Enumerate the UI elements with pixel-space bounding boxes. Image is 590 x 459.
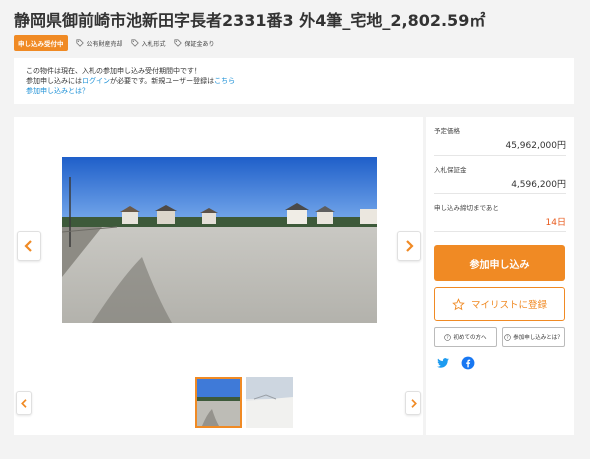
notice-line: この物件は現在、入札の参加申し込み受付期間中です！ <box>26 67 201 75</box>
thumbnail-image <box>246 377 293 428</box>
star-icon <box>452 297 465 310</box>
facebook-icon[interactable] <box>461 356 475 370</box>
apply-button[interactable]: 参加申し込み <box>434 245 565 281</box>
tag-label: 保証金あり <box>184 40 215 48</box>
tag-item: 保証金あり <box>173 39 215 48</box>
about-apply-label: 参加申し込みとは？ <box>513 335 563 341</box>
tag-label: 入札形式 <box>141 40 166 48</box>
twitter-icon[interactable] <box>436 356 450 370</box>
deadline-row: 申し込み締切まであと 14日 <box>434 194 566 232</box>
chevron-right-icon <box>406 240 414 252</box>
add-to-mylist-button[interactable]: マイリストに登録 <box>434 287 565 321</box>
notice-box: この物件は現在、入札の参加申し込み受付期間中です！ 参加申し込みにはログインが必… <box>14 58 574 104</box>
deposit-row: 入札保証金 4,596,200円 <box>434 156 566 194</box>
tag-icon <box>173 39 182 47</box>
help-link[interactable]: 参加申し込みとは？ <box>26 87 89 95</box>
favorite-label: マイリストに登録 <box>470 300 547 311</box>
prev-thumb-button[interactable] <box>16 391 32 415</box>
chevron-right-icon <box>410 398 417 408</box>
tag-icon <box>130 39 139 47</box>
next-photo-button[interactable] <box>397 231 421 261</box>
tag-item: 入札形式 <box>130 39 166 48</box>
land-photo-image <box>62 157 377 323</box>
thumbnail-image <box>197 379 240 426</box>
price-row: 予定価格 45,962,000円 <box>434 117 566 156</box>
deadline-value: 14日 <box>545 218 566 228</box>
first-time-guide-button[interactable]: ? 初めての方へ <box>434 327 497 347</box>
svg-text:?: ? <box>507 335 509 340</box>
tag-item: 公有財産売却 <box>75 39 123 48</box>
status-badge: 申し込み受付中 <box>14 35 68 51</box>
property-sidebar: 予定価格 45,962,000円 入札保証金 4,596,200円 申し込み締切… <box>426 117 574 435</box>
tag-bar: 申し込み受付中 公有財産売却 入札形式 保証金あり <box>14 35 215 51</box>
about-apply-button[interactable]: ? 参加申し込みとは？ <box>502 327 565 347</box>
chevron-left-icon <box>24 240 32 252</box>
first-time-label: 初めての方へ <box>453 335 487 341</box>
svg-text:?: ? <box>447 335 449 340</box>
deadline-label: 申し込み締切まであと <box>434 204 499 212</box>
tag-label: 公有財産売却 <box>86 40 123 48</box>
login-link[interactable]: ログイン <box>82 77 110 85</box>
prev-photo-button[interactable] <box>17 231 41 261</box>
tag-icon <box>75 39 84 47</box>
notice-line: 参加申し込みにはログインが必要です。新規ユーザー登録はこちら <box>26 76 562 86</box>
property-photo[interactable] <box>62 157 377 323</box>
thumbnail-1[interactable] <box>195 377 242 428</box>
register-link[interactable]: こちら <box>214 77 235 85</box>
help-circle-icon: ? <box>444 333 452 341</box>
chevron-left-icon <box>20 398 27 408</box>
photo-gallery <box>14 117 423 435</box>
notice-text: が必要です。新規ユーザー登録は <box>110 77 215 85</box>
deposit-value: 4,596,200円 <box>511 180 566 190</box>
notice-text: 参加申し込みには <box>26 77 82 85</box>
deposit-label: 入札保証金 <box>434 166 467 174</box>
price-label: 予定価格 <box>434 127 460 135</box>
next-thumb-button[interactable] <box>405 391 421 415</box>
thumbnail-2[interactable] <box>246 377 293 428</box>
price-value: 45,962,000円 <box>505 141 566 151</box>
help-circle-icon: ? <box>504 333 511 341</box>
page-title: 静岡県御前崎市池新田字長者2331番3 外4筆_宅地_2,802.59㎡ <box>14 11 486 30</box>
